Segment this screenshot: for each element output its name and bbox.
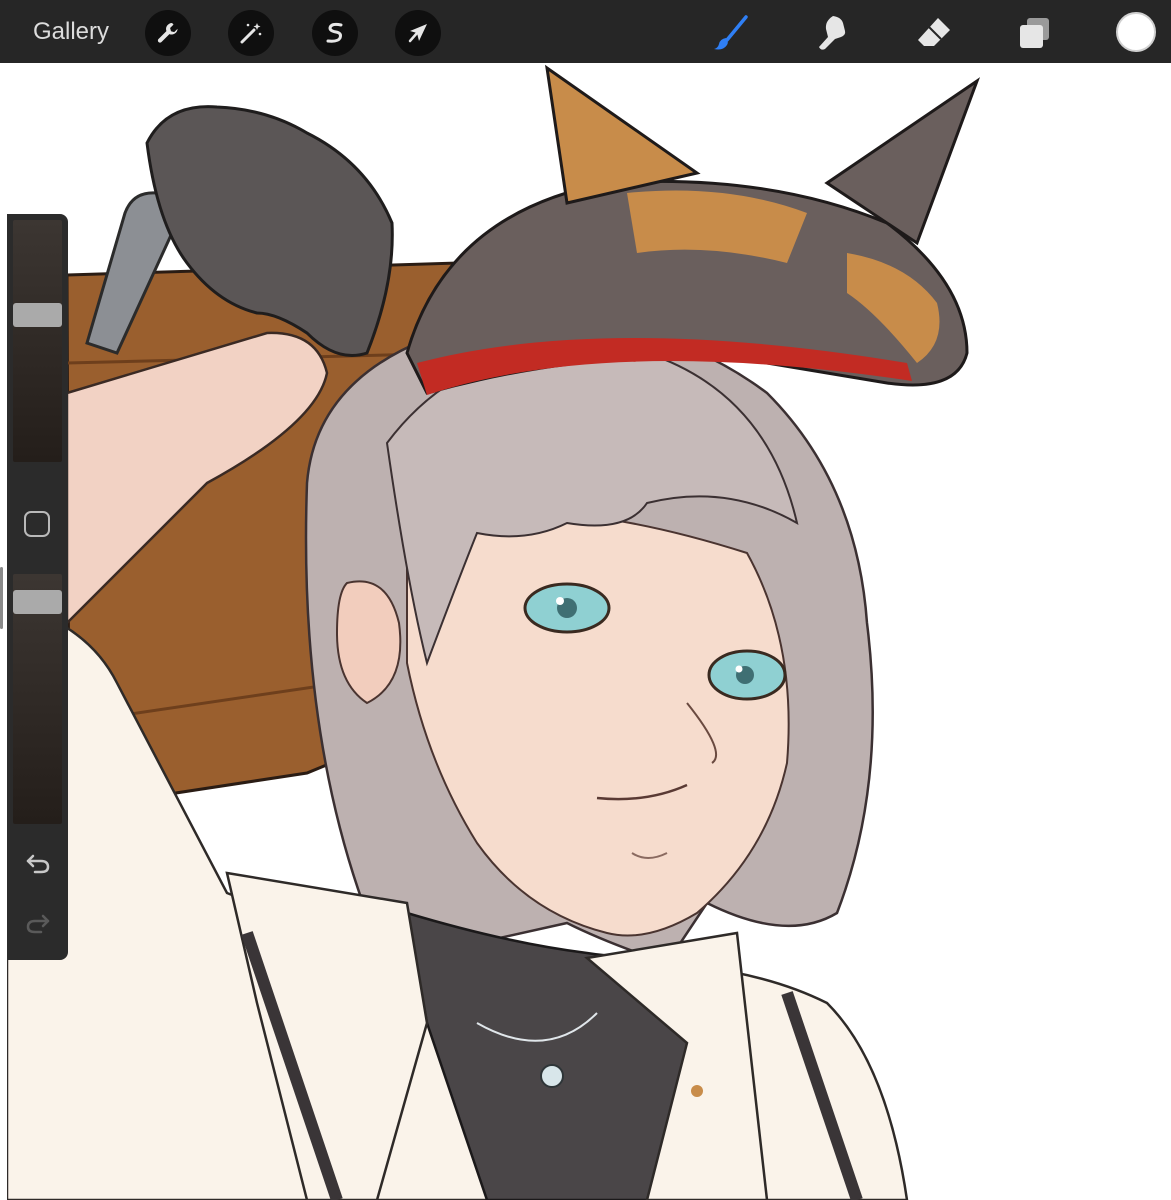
selection-s-icon [326, 22, 343, 43]
color-picker-button[interactable] [1116, 12, 1156, 52]
brush-icon [714, 15, 748, 50]
eraser-icon [918, 18, 950, 46]
opacity-thumb[interactable] [13, 589, 62, 614]
wrench-icon [157, 23, 178, 43]
adjustments-button[interactable] [228, 10, 274, 56]
brush-size-slider[interactable] [13, 220, 62, 462]
brush-size-thumb[interactable] [13, 302, 62, 327]
undo-icon[interactable] [25, 850, 51, 876]
gallery-button[interactable]: Gallery [33, 18, 109, 46]
arrow-cursor-icon [408, 24, 427, 43]
artwork-illustration [7, 64, 981, 1200]
smudge-tool-button[interactable] [813, 13, 853, 53]
top-toolbar: Gallery [0, 0, 1171, 63]
eraser-tool-button[interactable] [914, 13, 954, 53]
side-bar [7, 214, 68, 960]
magic-wand-icon [240, 23, 262, 44]
necklace-pendant [540, 1064, 564, 1088]
redo-icon[interactable] [25, 910, 51, 936]
actions-button[interactable] [145, 10, 191, 56]
brush-tool-button[interactable] [712, 13, 752, 53]
sidebar-position-handle[interactable] [0, 567, 3, 629]
selection-button[interactable] [312, 10, 358, 56]
smudge-icon [819, 16, 846, 50]
modify-square-icon[interactable] [24, 511, 50, 537]
layers-button[interactable] [1015, 13, 1055, 53]
transform-button[interactable] [395, 10, 441, 56]
layers-icon [1020, 18, 1049, 48]
shirt-button [691, 1085, 703, 1097]
drawing-canvas[interactable] [7, 63, 1171, 1200]
